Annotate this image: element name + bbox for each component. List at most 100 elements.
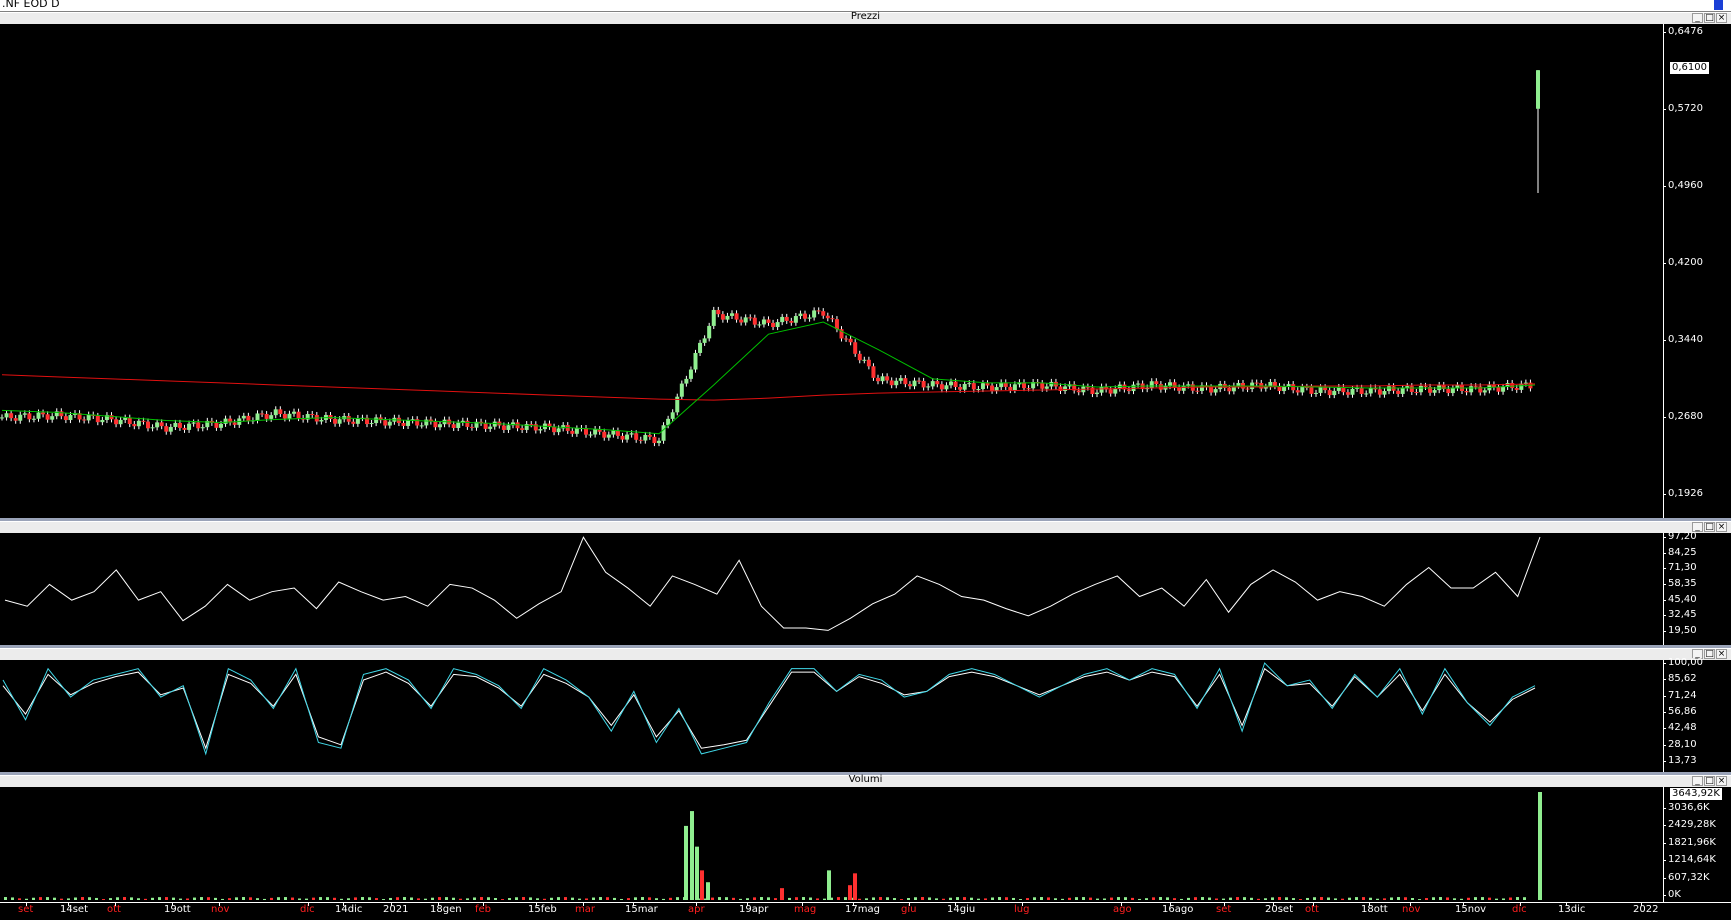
candle-body [570,430,575,434]
volume-bar [340,898,343,900]
candle-body [821,311,826,316]
volume-bar [900,899,903,900]
candle-body [1432,390,1437,393]
candle-body [114,419,119,425]
volume-chart-svg[interactable] [0,787,1663,902]
volume-bar [1432,897,1435,900]
candle-body [465,420,470,427]
restore-pane-button[interactable]: □ [1704,13,1715,23]
volume-bar [1194,897,1197,900]
close-pane-button[interactable]: × [1716,776,1727,786]
volume-bar [459,898,462,900]
candle-body [296,411,301,419]
candle-body [260,413,265,415]
candle-body [903,378,908,385]
x-tick-label: ott [107,904,121,915]
y-tick-label: 100,00 [1663,657,1703,668]
volume-bar [1110,897,1113,900]
minimize-pane-button[interactable]: _ [1692,13,1703,23]
volume-bar [452,897,455,900]
candle-body [401,422,406,426]
volume-bar [326,897,329,900]
prices-chart-svg[interactable] [0,24,1663,518]
candle-body [433,421,438,428]
stochastic-d-line [2,667,1536,750]
candle-body [1482,390,1487,393]
last-price-value: 0,6100 [1670,62,1709,74]
volume-bar [963,897,966,900]
volume-bar [627,898,630,900]
volume-bar [655,898,658,900]
y-tick-label: 1821,96K [1663,836,1716,848]
volume-bar [1089,897,1092,900]
volume-bar [564,897,567,900]
window-control-icon[interactable] [1714,0,1723,10]
volume-bar [46,897,49,900]
x-tick-label: 16ago [1162,904,1194,915]
close-pane-button[interactable]: × [1716,13,1727,23]
x-tick-label: dic [300,904,315,915]
y-tick-label: 71,30 [1663,562,1697,574]
y-tick-label: 1214,64K [1663,854,1716,866]
candle-body [743,317,748,323]
candle-body [926,386,931,388]
candle-body [793,316,798,323]
candle-body [1012,384,1017,391]
volume-bar [585,898,588,900]
last-candle-body [1536,70,1540,109]
candle-body [880,376,885,382]
candle-body [109,415,114,420]
volume-bar [172,897,175,900]
candle-body [1332,390,1337,396]
close-pane-button[interactable]: × [1716,522,1727,532]
y-tick-label: 28,10 [1663,738,1697,750]
volume-chart[interactable] [0,787,1663,902]
x-tick-label: 19apr [739,904,769,915]
volume-bar [249,897,252,900]
stochastic-chart-svg[interactable] [0,660,1663,772]
candle-body [1501,386,1506,392]
volume-bar [1166,897,1169,900]
x-tick-label: 13dic [1558,904,1586,915]
volume-bar [571,897,574,900]
last-volume-value: 3643,92K [1670,788,1722,800]
candle-body [1177,387,1182,391]
oscillator-chart-svg[interactable] [0,533,1663,645]
y-tick-label: 0,1926 [1663,488,1703,499]
volume-bar [347,898,350,900]
oscillator-chart[interactable] [0,533,1663,645]
volume-bar [1117,897,1120,900]
candle-body [1090,387,1095,395]
close-pane-button[interactable]: × [1716,649,1727,659]
volume-bar [1264,898,1267,900]
volume-bar [158,897,161,900]
candle-body [830,318,835,320]
y-tick-label: 84,25 [1663,546,1697,558]
volume-bar [1005,897,1008,900]
volume-bar [102,899,105,900]
candle-body [1473,386,1478,388]
volume-bar [780,888,784,900]
volume-bar [809,897,812,900]
candle-body [45,414,50,420]
volume-bar [389,897,392,900]
candle-body [273,409,278,416]
restore-pane-button[interactable]: □ [1704,776,1715,786]
volume-bar [1271,897,1274,900]
volume-bar [165,897,168,900]
candle-body [657,440,661,444]
volume-bar [739,898,742,900]
volume-bar [1250,897,1253,900]
restore-pane-button[interactable]: □ [1704,522,1715,532]
volume-bar [67,898,70,900]
candle-body [980,383,985,390]
volume-bar [690,811,694,900]
candle-body [1327,390,1332,396]
stochastic-chart[interactable] [0,660,1663,772]
volume-bar [848,885,852,900]
candle-body [552,426,557,433]
restore-pane-button[interactable]: □ [1704,649,1715,659]
minimize-pane-button[interactable]: _ [1692,776,1703,786]
volume-bar [827,870,831,900]
prices-chart[interactable] [0,24,1663,518]
